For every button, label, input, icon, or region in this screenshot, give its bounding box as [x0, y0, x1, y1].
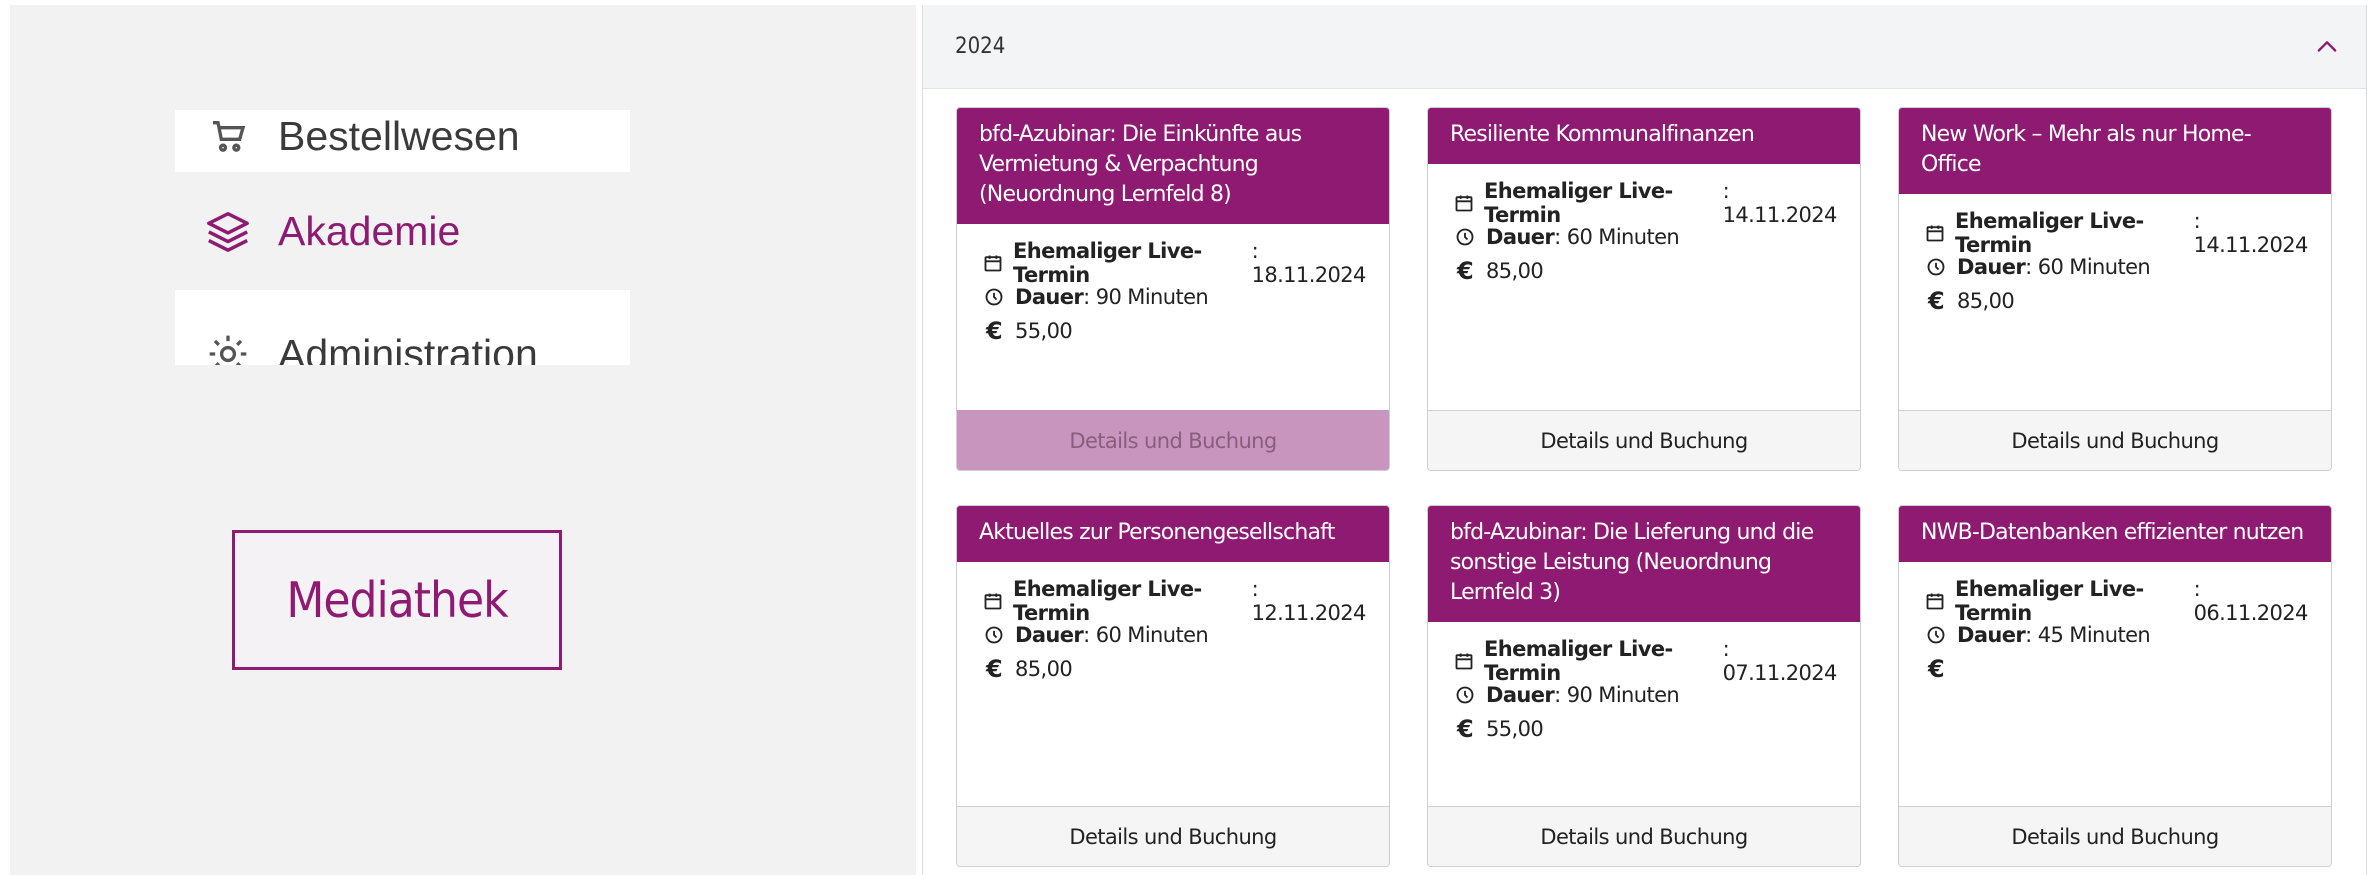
course-title: bfd-Azubinar: Die Einkünfte aus Vermietu… — [957, 108, 1389, 224]
course-card: Aktuelles zur Personengesellschaft Ehema… — [956, 505, 1390, 867]
live-date-row: Ehemaliger Live-Termin: 12.11.2024 — [983, 577, 1367, 625]
course-duration: : 60 Minuten — [1554, 225, 1680, 249]
details-button[interactable]: Details und Buchung — [957, 410, 1389, 470]
calendar-icon — [1454, 650, 1474, 672]
calendar-icon — [983, 590, 1003, 612]
course-title: bfd-Azubinar: Die Lieferung und die sons… — [1428, 506, 1860, 622]
details-button[interactable]: Details und Buchung — [957, 806, 1389, 866]
details-button[interactable]: Details und Buchung — [1899, 410, 2331, 470]
euro-icon: € — [1456, 715, 1474, 743]
course-date: : 07.11.2024 — [1722, 637, 1838, 685]
course-duration: : 90 Minuten — [1083, 285, 1209, 309]
calendar-icon — [1925, 590, 1945, 612]
layers-icon — [203, 206, 253, 256]
course-card: bfd-Azubinar: Die Lieferung und die sons… — [1427, 505, 1861, 867]
course-date: : 12.11.2024 — [1251, 577, 1367, 625]
course-duration: : 90 Minuten — [1554, 683, 1680, 707]
accordion-title: 2024 — [955, 34, 1006, 59]
clock-icon — [1454, 684, 1476, 706]
calendar-icon — [983, 252, 1003, 274]
course-card: New Work – Mehr als nur Home-Office Ehem… — [1898, 107, 2332, 471]
clock-icon — [1925, 624, 1947, 646]
course-price: 55,00 — [1486, 717, 1544, 741]
sidebar-item-label: Bestellwesen — [278, 112, 520, 159]
course-date: : 14.11.2024 — [1722, 179, 1838, 227]
sidebar-item-administration[interactable]: Administration — [175, 290, 630, 365]
price-row: € — [1925, 652, 2309, 686]
course-price: 85,00 — [1486, 259, 1544, 283]
live-date-row: Ehemaliger Live-Termin: 14.11.2024 — [1925, 209, 2309, 257]
clock-icon — [983, 624, 1005, 646]
course-card: NWB-Datenbanken effizienter nutzen Ehema… — [1898, 505, 2332, 867]
course-duration: : 45 Minuten — [2025, 623, 2151, 647]
sidebar-item-label: Akademie — [278, 207, 461, 254]
cart-icon — [203, 111, 253, 161]
clock-icon — [1925, 256, 1947, 278]
clock-icon — [983, 286, 1005, 308]
mediathek-button[interactable]: Mediathek — [232, 530, 562, 670]
course-title: New Work – Mehr als nur Home-Office — [1899, 108, 2331, 194]
sidebar-item-label: Administration — [278, 330, 538, 366]
details-button[interactable]: Details und Buchung — [1899, 806, 2331, 866]
course-date: : 18.11.2024 — [1251, 239, 1367, 287]
clock-icon — [1454, 226, 1476, 248]
details-button[interactable]: Details und Buchung — [1428, 806, 1860, 866]
price-row: € 85,00 — [1454, 254, 1838, 288]
live-date-row: Ehemaliger Live-Termin: 18.11.2024 — [983, 239, 1367, 287]
euro-icon: € — [1456, 257, 1474, 285]
euro-icon: € — [1927, 655, 1945, 683]
sidebar-item-bestellwesen[interactable]: Bestellwesen — [175, 110, 630, 172]
live-date-row: Ehemaliger Live-Termin: 06.11.2024 — [1925, 577, 2309, 625]
price-row: € 55,00 — [983, 314, 1367, 348]
price-row: € 55,00 — [1454, 712, 1838, 746]
sidebar-item-akademie[interactable]: Akademie — [175, 172, 630, 290]
gear-icon — [203, 329, 253, 365]
course-card: bfd-Azubinar: Die Einkünfte aus Vermietu… — [956, 107, 1390, 471]
calendar-icon — [1454, 192, 1474, 214]
live-date-row: Ehemaliger Live-Termin: 14.11.2024 — [1454, 179, 1838, 227]
chevron-up-icon[interactable] — [2312, 32, 2342, 62]
live-date-row: Ehemaliger Live-Termin: 07.11.2024 — [1454, 637, 1838, 685]
euro-icon: € — [985, 655, 1003, 683]
details-button[interactable]: Details und Buchung — [1428, 410, 1860, 470]
course-price: 85,00 — [1015, 657, 1073, 681]
course-duration: : 60 Minuten — [1083, 623, 1209, 647]
course-price: 55,00 — [1015, 319, 1073, 343]
calendar-icon — [1925, 222, 1945, 244]
course-date: : 14.11.2024 — [2193, 209, 2309, 257]
course-title: NWB-Datenbanken effizienter nutzen — [1899, 506, 2331, 562]
sidebar-nav: Bestellwesen Akademie Administration — [175, 110, 630, 365]
course-title: Resiliente Kommunalfinanzen — [1428, 108, 1860, 164]
course-price: 85,00 — [1957, 289, 2015, 313]
euro-icon: € — [985, 317, 1003, 345]
sidebar-zoom-panel: Bestellwesen Akademie Administration Med… — [10, 5, 916, 875]
course-accordion: 2024 bfd-Azubinar: Die Einkünfte aus Ver… — [922, 5, 2367, 875]
accordion-header[interactable]: 2024 — [923, 5, 2366, 89]
price-row: € 85,00 — [1925, 284, 2309, 318]
euro-icon: € — [1927, 287, 1945, 315]
course-title: Aktuelles zur Personengesellschaft — [957, 506, 1389, 562]
course-date: : 06.11.2024 — [2193, 577, 2309, 625]
course-duration: : 60 Minuten — [2025, 255, 2151, 279]
course-card: Resiliente Kommunalfinanzen Ehemaliger L… — [1427, 107, 1861, 471]
price-row: € 85,00 — [983, 652, 1367, 686]
